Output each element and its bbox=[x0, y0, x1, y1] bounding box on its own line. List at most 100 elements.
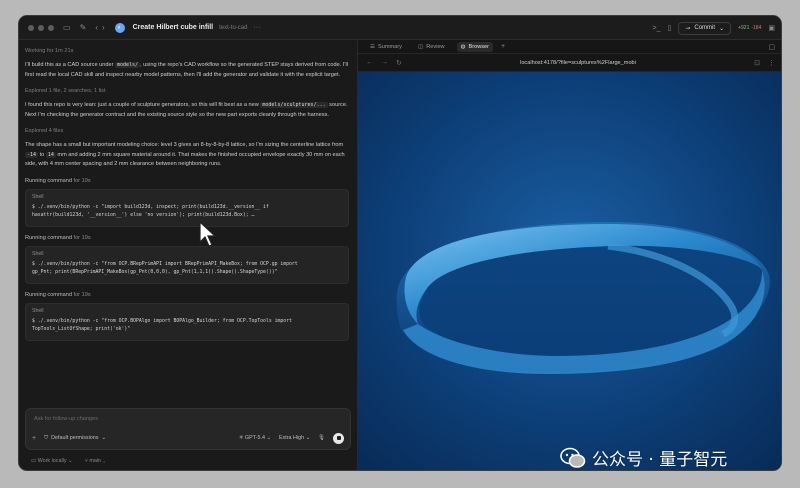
permissions-dropdown[interactable]: ⛉ Default permissions ⌄ bbox=[44, 435, 106, 442]
work-locally-label: Work locally bbox=[37, 458, 67, 464]
sidebar-icon[interactable]: ▭ bbox=[63, 23, 71, 32]
app-window: ▭ ✎ ‹ › ◐ Create Hilbert cube infill tex… bbox=[18, 15, 782, 471]
back-icon[interactable]: ← bbox=[366, 59, 373, 66]
shell-command-line: hasattr(build123d, '__version__') else '… bbox=[32, 212, 255, 218]
git-commit-icon: ⊸ bbox=[685, 25, 691, 32]
composer-options: ✳ GPT-5.4 ⌄ Extra High ⌄ 🎙 bbox=[239, 432, 344, 444]
tab-summary[interactable]: ☰ Summary bbox=[366, 42, 406, 52]
message-text: I'll build this as a CAD source under bbox=[25, 62, 114, 68]
model-icon: ✳ bbox=[238, 435, 244, 441]
commit-button[interactable]: ⊸ Commit ⌄ bbox=[678, 21, 732, 35]
running-label: Running command bbox=[25, 291, 72, 298]
shell-label: Shell bbox=[32, 250, 44, 257]
titlebar: ▭ ✎ ‹ › ◐ Create Hilbert cube infill tex… bbox=[19, 16, 781, 40]
more-options-icon[interactable]: ··· bbox=[254, 24, 261, 31]
layout-icon[interactable]: ▣ bbox=[768, 24, 775, 32]
window-controls bbox=[28, 24, 54, 31]
running-command-status[interactable]: Running command for 19s bbox=[25, 292, 349, 298]
running-duration: for 19s bbox=[73, 234, 91, 241]
shell-block: Shell $ ./.venv/bin/python -c "from OCP.… bbox=[25, 302, 349, 341]
composer-footer: ▭ Work locally ⌄ ⑂ main ⌄ bbox=[31, 458, 106, 464]
stop-icon bbox=[336, 436, 341, 440]
permissions-label: Default permissions bbox=[51, 435, 99, 441]
add-attachment-icon[interactable]: + bbox=[32, 435, 36, 442]
chevron-down-icon: ⌄ bbox=[719, 25, 725, 32]
terminal-icon[interactable]: >_ bbox=[653, 25, 661, 32]
titlebar-actions: >_ ▯ ⊸ Commit ⌄ +921 -184 ▣ bbox=[653, 16, 775, 40]
assistant-message: The shape has a small but important mode… bbox=[25, 141, 349, 170]
reload-icon[interactable]: ↻ bbox=[396, 59, 402, 67]
url-field[interactable]: localhost:4178/?file=sculptures%2Flarge_… bbox=[410, 60, 746, 66]
message-text: The shape has a small but important mode… bbox=[25, 142, 344, 148]
shell-command-line: $ ./.venv/bin/python -c "import build123… bbox=[32, 204, 269, 210]
model-label: GPT-5.4 bbox=[244, 435, 265, 441]
explored-summary[interactable]: Explored 4 files bbox=[25, 128, 349, 134]
shell-command-line: gp_Pnt; print(BRepPrimAPI_MakeBox(gp_Pnt… bbox=[32, 269, 278, 275]
shield-icon: ⛉ bbox=[44, 434, 49, 441]
split-icon[interactable]: ▯ bbox=[668, 24, 672, 32]
pane-tabs: ☰ Summary ◫ Review ◍ Browser + ▢ bbox=[358, 40, 781, 54]
chevron-down-icon: ⌄ bbox=[101, 435, 107, 441]
tab-review[interactable]: ◫ Review bbox=[414, 42, 449, 52]
message-text: I found this repo is very lean: just a c… bbox=[25, 102, 259, 108]
forward-icon[interactable]: › bbox=[102, 23, 105, 32]
running-label: Running command bbox=[25, 177, 72, 184]
open-external-icon[interactable]: ⊡ bbox=[754, 59, 760, 67]
branch-selector[interactable]: ⑂ main ⌄ bbox=[85, 458, 106, 464]
shell-label: Shell bbox=[32, 193, 44, 200]
zoom-window-button[interactable] bbox=[48, 24, 54, 31]
model-selector[interactable]: ✳ GPT-5.4 ⌄ bbox=[239, 435, 271, 441]
tab-label: Browser bbox=[468, 43, 489, 50]
cad-render bbox=[358, 72, 781, 470]
inline-code: 14 bbox=[45, 151, 56, 158]
composer-input[interactable]: Ask for follow-up changes bbox=[34, 416, 98, 422]
inline-code: -14 bbox=[25, 151, 39, 158]
forward-icon[interactable]: → bbox=[381, 59, 388, 66]
close-window-button[interactable] bbox=[28, 24, 34, 31]
laptop-icon: ▭ bbox=[31, 458, 37, 464]
effort-label: Extra High bbox=[278, 435, 305, 441]
project-name[interactable]: text-to-cad bbox=[219, 25, 247, 31]
additions-count: +921 bbox=[738, 25, 750, 31]
message-text: to bbox=[39, 151, 45, 158]
chat-pane: Working for 1m 21s I'll build this as a … bbox=[19, 40, 357, 470]
working-status: Working for 1m 21s bbox=[25, 48, 74, 54]
microphone-icon[interactable]: 🎙 bbox=[318, 435, 325, 441]
cad-viewport[interactable] bbox=[358, 72, 781, 470]
stop-button[interactable] bbox=[333, 432, 344, 444]
minimize-window-button[interactable] bbox=[38, 24, 44, 31]
chat-transcript[interactable]: Working for 1m 21s I'll build this as a … bbox=[19, 40, 357, 400]
deletions-count: -184 bbox=[751, 25, 762, 31]
new-chat-icon[interactable]: ✎ bbox=[80, 23, 87, 32]
assistant-message: I'll build this as a CAD source under mo… bbox=[25, 61, 349, 80]
branch-label: main bbox=[89, 458, 102, 464]
back-icon[interactable]: ‹ bbox=[95, 23, 98, 32]
globe-icon: ◍ bbox=[460, 43, 466, 50]
effort-selector[interactable]: Extra High ⌄ bbox=[279, 435, 310, 441]
mouse-cursor-icon bbox=[199, 220, 217, 247]
explored-summary[interactable]: Explored 1 file, 2 searches, 1 list bbox=[25, 88, 349, 94]
add-tab-icon[interactable]: + bbox=[501, 43, 505, 50]
more-icon[interactable]: ⋮ bbox=[768, 59, 775, 67]
branch-icon: ⑂ bbox=[84, 458, 88, 464]
close-pane-icon[interactable]: ▢ bbox=[768, 43, 775, 51]
watermark: 公众号 · 量子智元 bbox=[560, 445, 727, 470]
tab-label: Summary bbox=[378, 43, 402, 50]
diff-stats[interactable]: +921 -184 bbox=[738, 25, 761, 31]
message-text: mm and adding 2 mm square material aroun… bbox=[25, 151, 345, 168]
running-command-status[interactable]: Running command for 19s bbox=[25, 178, 349, 184]
url-bar: ← → ↻ localhost:4178/?file=sculptures%2F… bbox=[358, 54, 781, 72]
shell-block: Shell $ ./.venv/bin/python -c "import bu… bbox=[25, 188, 349, 227]
shell-label: Shell bbox=[32, 307, 44, 314]
shell-block: Shell $ ./.venv/bin/python -c "from OCP.… bbox=[25, 245, 349, 284]
running-command-status[interactable]: Running command for 19s bbox=[25, 235, 349, 241]
inline-code: models/ bbox=[115, 62, 141, 68]
review-icon: ◫ bbox=[417, 43, 424, 50]
watermark-text: 公众号 · 量子智元 bbox=[592, 450, 728, 470]
message-composer[interactable]: Ask for follow-up changes + ⛉ Default pe… bbox=[25, 408, 351, 450]
thread-title: Create Hilbert cube infill bbox=[132, 24, 214, 31]
commit-label: Commit bbox=[694, 25, 716, 31]
composer-toolbar: + ⛉ Default permissions ⌄ ✳ GPT-5.4 ⌄ Ex… bbox=[32, 432, 344, 444]
work-locally-selector[interactable]: ▭ Work locally ⌄ bbox=[31, 458, 73, 464]
tab-browser[interactable]: ◍ Browser bbox=[456, 41, 493, 52]
